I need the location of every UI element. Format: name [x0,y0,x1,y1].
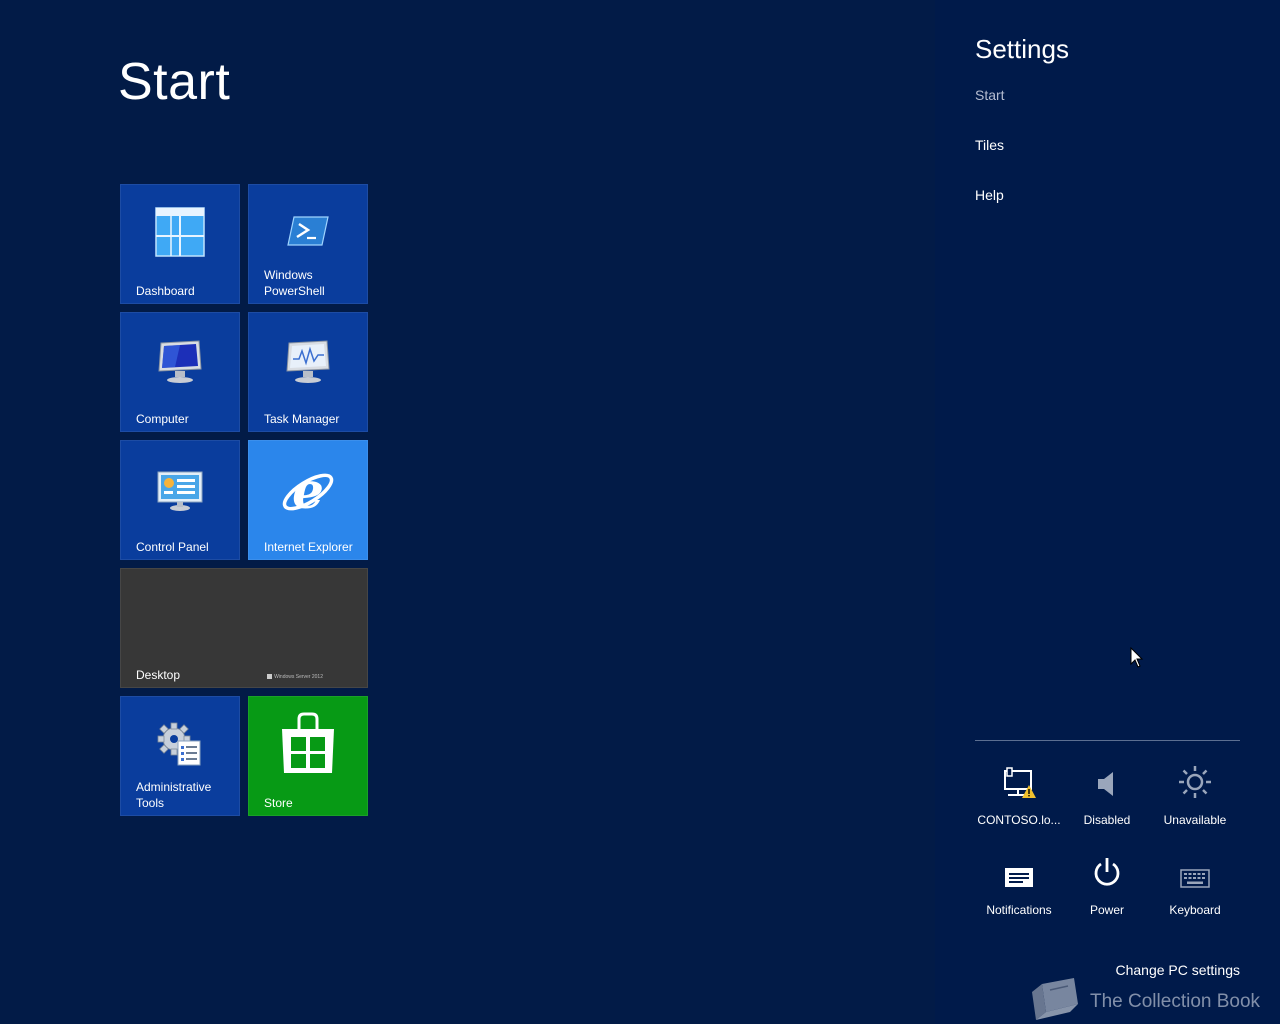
quick-settings-divider [975,740,1240,741]
keyboard-label: Keyboard [1169,903,1221,917]
notifications-label: Notifications [986,903,1052,917]
windows-server-wallpaper-mark: Windows Server 2012 [267,674,323,680]
power-icon [1092,857,1122,894]
tile-control-panel-label: Control Panel [136,540,209,554]
brightness-button[interactable]: Unavailable [1151,766,1239,828]
powershell-prompt-icon [286,213,330,254]
tile-dashboard[interactable]: Dashboard [120,184,240,304]
tile-administrative-tools-label: Administrative Tools [136,779,211,811]
network-label: CONTOSO.lo... [977,813,1061,827]
network-warning-icon [1002,767,1036,804]
tile-administrative-tools-label-line2: Tools [136,796,165,810]
volume-button[interactable]: Disabled [1063,770,1151,828]
tile-windows-powershell[interactable]: Windows PowerShell [248,184,368,304]
watermark-text: The Collection Book [1090,990,1261,1012]
keyboard-button[interactable]: Keyboard [1151,860,1239,918]
speaker-icon [1095,769,1119,804]
gear-checklist-icon [156,721,204,772]
tile-computer-label: Computer [136,412,189,426]
windows-server-wallpaper-text: Windows Server 2012 [274,674,323,680]
mouse-cursor-icon [1130,646,1144,674]
watermark: The Collection Book [1028,974,1260,1024]
tile-desktop[interactable]: Desktop Windows Server 2012 [120,568,368,688]
tile-task-manager[interactable]: Task Manager [248,312,368,432]
computer-monitor-icon [155,339,205,390]
tile-desktop-label: Desktop [136,668,181,682]
notifications-button[interactable]: Notifications [975,860,1063,918]
svg-text:e: e [292,461,324,520]
tile-administrative-tools[interactable]: Administrative Tools [120,696,240,816]
settings-charm: Settings Start Tiles Help CONTOSO.lo... … [935,0,1280,1024]
tile-control-panel[interactable]: Control Panel [120,440,240,560]
internet-explorer-e-icon: e [278,461,338,526]
settings-link-help[interactable]: Help [975,186,1004,204]
windows-flag-icon [267,674,273,680]
start-title: Start [118,53,231,111]
power-button[interactable]: Power [1063,857,1151,918]
dashboard-grid-icon [155,207,205,262]
settings-link-tiles[interactable]: Tiles [975,136,1004,154]
tile-store-label: Store [264,796,293,810]
task-manager-monitor-icon [283,339,333,390]
tile-computer[interactable]: Computer [120,312,240,432]
book-icon [1028,974,1082,1024]
tile-task-manager-label: Task Manager [264,412,340,426]
tile-administrative-tools-label-line1: Administrative [136,780,212,794]
power-label: Power [1089,903,1124,917]
tile-windows-powershell-label-line1: Windows [264,268,313,282]
brightness-label: Unavailable [1163,813,1227,827]
network-button[interactable]: CONTOSO.lo... [975,767,1063,828]
keyboard-icon [1180,869,1210,894]
tile-windows-powershell-label-line2: PowerShell [264,284,325,298]
tile-windows-powershell-label: Windows PowerShell [264,267,325,299]
volume-label: Disabled [1083,813,1131,827]
message-icon [1004,865,1034,894]
tile-internet-explorer-label: Internet Explorer [264,540,353,554]
tile-store[interactable]: Store [248,696,368,816]
tile-internet-explorer[interactable]: e Internet Explorer [248,440,368,560]
store-bag-icon [280,711,336,782]
tile-dashboard-label: Dashboard [136,284,195,298]
control-panel-icon [155,469,205,518]
sun-icon [1178,765,1212,804]
settings-link-start[interactable]: Start [975,86,1005,104]
start-screen: Start Dashboard Windows PowerShell Compu… [0,0,1280,1024]
settings-title: Settings [975,34,1069,64]
